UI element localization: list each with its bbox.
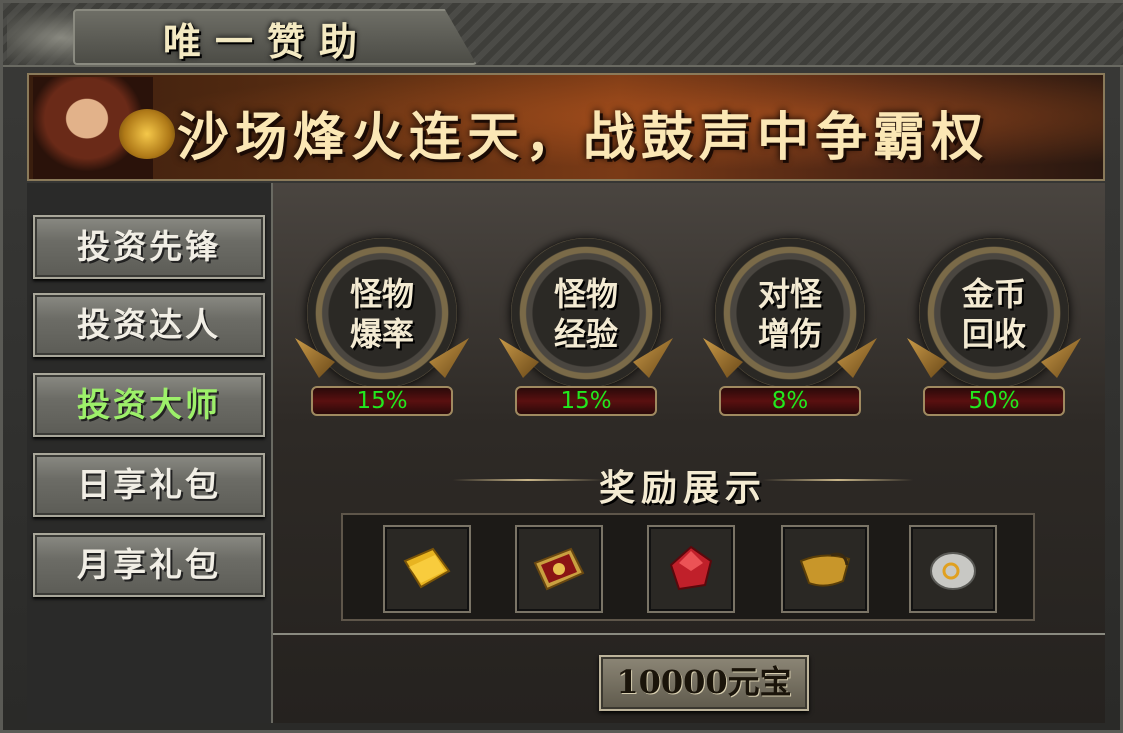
reward-title: 奖励展示 <box>598 467 767 509</box>
sidebar-item-investment-pioneer[interactable]: 投资先锋 <box>33 215 265 279</box>
price-button[interactable]: 10000元宝 <box>599 655 809 711</box>
bonus-damage: 对怪 增伤 8% <box>695 238 885 418</box>
bonus-value: 15% <box>311 386 453 416</box>
red-book-icon <box>533 547 585 591</box>
belt-icon <box>799 552 851 587</box>
window-title: 唯一赞助 <box>163 19 372 64</box>
main-panel: 怪物 爆率 15% 怪物 经验 15% 对怪 增伤 8% 金币 回收 50% 奖… <box>273 183 1105 723</box>
bonus-value: 50% <box>923 386 1065 416</box>
sponsor-window: 唯一赞助 沙场烽火连天，战鼓声中争霸权 投资先锋 投资达人 投资大师 日享礼包 … <box>0 0 1123 733</box>
bonus-value: 15% <box>515 386 657 416</box>
bonus-label: 怪物 爆率 <box>349 275 414 353</box>
reward-header: 奖励展示 <box>443 455 923 509</box>
banner: 沙场烽火连天，战鼓声中争霸权 <box>27 73 1105 181</box>
sidebar-item-investment-master[interactable]: 投资大师 <box>33 373 265 437</box>
reward-slot[interactable] <box>383 525 471 613</box>
bonus-label: 对怪 增伤 <box>757 275 822 353</box>
sidebar-item-daily-gift[interactable]: 日享礼包 <box>33 453 265 517</box>
reward-slot[interactable] <box>647 525 735 613</box>
sidebar-item-investment-expert[interactable]: 投资达人 <box>33 293 265 357</box>
banner-slogan: 沙场烽火连天，战鼓声中争霸权 <box>177 107 990 168</box>
title-bar: 唯一赞助 <box>3 3 1123 67</box>
reward-list <box>341 513 1035 621</box>
sidebar-item-monthly-gift[interactable]: 月享礼包 <box>33 533 265 597</box>
bonus-label: 金币 回收 <box>961 275 1026 353</box>
bonus-drop-rate: 怪物 爆率 15% <box>287 238 477 418</box>
reward-slot[interactable] <box>909 525 997 613</box>
bonus-value: 8% <box>719 386 861 416</box>
red-gem-icon <box>669 545 713 591</box>
reward-slot[interactable] <box>515 525 603 613</box>
bonus-exp: 怪物 经验 15% <box>491 238 681 418</box>
divider <box>273 633 1105 635</box>
silver-ore-icon <box>930 552 976 590</box>
sidebar: 投资先锋 投资达人 投资大师 日享礼包 月享礼包 <box>27 183 273 723</box>
bonus-gold-recycle: 金币 回收 50% <box>899 238 1089 418</box>
gold-emblem-icon <box>119 109 175 159</box>
gold-scroll-icon <box>403 547 451 589</box>
reward-slot[interactable] <box>781 525 869 613</box>
bonus-label: 怪物 经验 <box>553 275 618 353</box>
